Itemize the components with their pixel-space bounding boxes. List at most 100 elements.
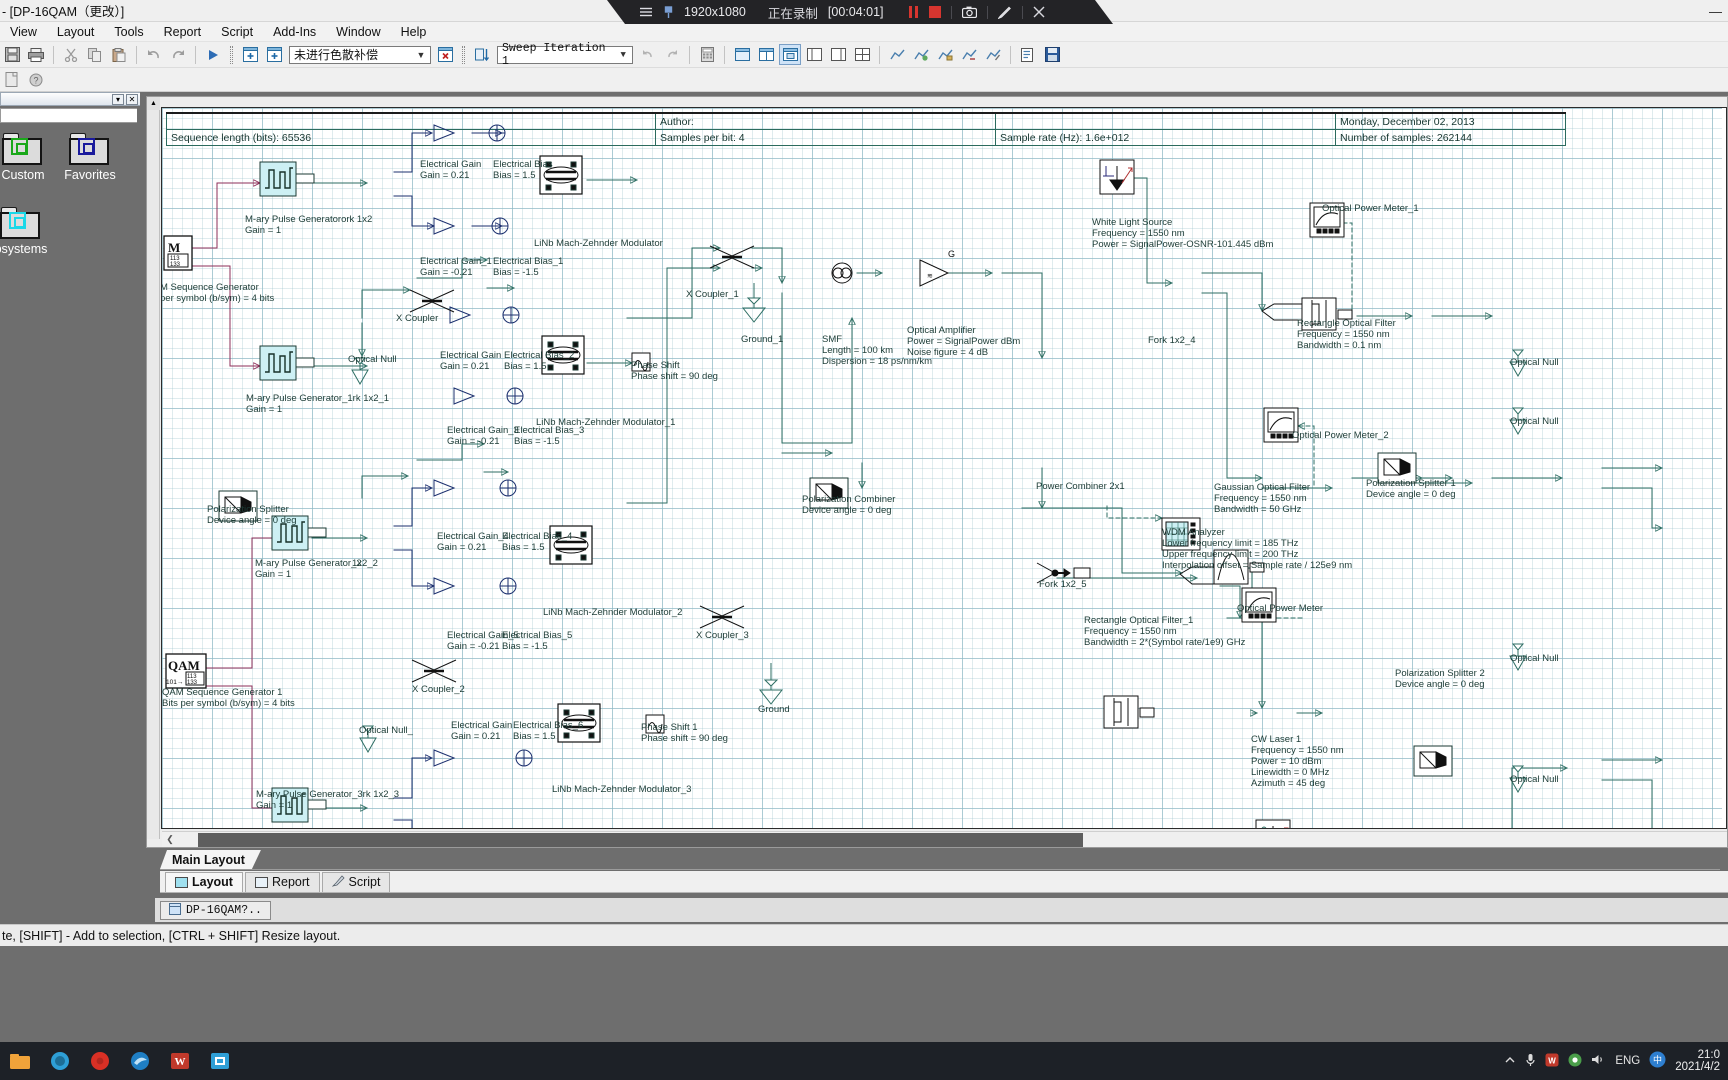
component-label-rectangle-optical-filter-1[interactable]: Rectangle Optical Filter_1Frequency = 15… bbox=[1084, 615, 1246, 648]
tab-report[interactable]: Report bbox=[244, 871, 320, 892]
menu-view[interactable]: View bbox=[0, 24, 47, 40]
next-iteration-icon[interactable] bbox=[661, 44, 683, 65]
component-label-white-light-source[interactable]: White Light SourceFrequency = 1550 nmPow… bbox=[1092, 217, 1273, 250]
component-label-optical-null-1[interactable]: Optical Null_ bbox=[359, 725, 414, 736]
delete-sweep-icon[interactable] bbox=[434, 44, 456, 65]
paste-icon[interactable] bbox=[108, 44, 130, 65]
component-label-x-coupler-1[interactable]: X Coupler_1 bbox=[686, 289, 739, 300]
component-label-optical-null-right-4[interactable]: Optical Null bbox=[1510, 774, 1559, 785]
component-label-optical-power-meter-1[interactable]: Optical Power Meter_1 bbox=[1322, 203, 1419, 214]
menu-help[interactable]: Help bbox=[391, 24, 437, 40]
add-param-icon[interactable] bbox=[263, 44, 285, 65]
graph-add-icon[interactable] bbox=[910, 44, 932, 65]
edge-icon[interactable] bbox=[123, 1044, 157, 1078]
component-label-x-coupler-3[interactable]: X Coupler_3 bbox=[696, 630, 749, 641]
graph-icon[interactable] bbox=[886, 44, 908, 65]
component-label-optical-null-right-1[interactable]: Optical Null bbox=[1510, 357, 1559, 368]
horizontal-scrollbar[interactable]: ❮ bbox=[162, 831, 1727, 847]
tab-script[interactable]: Script bbox=[321, 871, 391, 892]
component-label-optical-amplifier[interactable]: Optical AmplifierPower = SignalPower dBm… bbox=[907, 325, 1020, 358]
redo-icon[interactable] bbox=[167, 44, 189, 65]
component-label-linb-mzm[interactable]: LiNb Mach-Zehnder Modulator bbox=[534, 238, 663, 249]
menu-tools[interactable]: Tools bbox=[104, 24, 153, 40]
dropdown-icon[interactable]: ▾ bbox=[112, 93, 124, 105]
component-label-x-coupler-2[interactable]: X Coupler_2 bbox=[412, 684, 465, 695]
component-label-electrical-gain-1[interactable]: Electrical Gain_1Gain = -0.21 bbox=[420, 256, 492, 278]
component-label-electrical-bias-1[interactable]: Electrical Bias_1Bias = -1.5 bbox=[493, 256, 563, 278]
folder-favorites[interactable]: Favorites bbox=[55, 133, 125, 182]
pause-icon[interactable] bbox=[908, 6, 919, 18]
component-label-ground[interactable]: Ground bbox=[758, 704, 790, 715]
mic-icon[interactable] bbox=[1525, 1053, 1536, 1070]
hscroll-thumb[interactable] bbox=[198, 832, 1083, 847]
play-icon[interactable] bbox=[202, 44, 224, 65]
chevron-down-icon[interactable]: ▼ bbox=[414, 50, 428, 60]
component-label-fork-1x2-4[interactable]: Fork 1x2_4 bbox=[1148, 335, 1196, 346]
schematic-canvas[interactable]: Author: Monday, December 02, 2013 Sequen… bbox=[161, 108, 1722, 828]
layout-1-icon[interactable] bbox=[731, 44, 753, 65]
chevron-up-icon[interactable] bbox=[1504, 1055, 1516, 1068]
minimize-button[interactable]: — bbox=[1709, 4, 1722, 19]
component-label-fork-1x2-5[interactable]: Fork 1x2_5 bbox=[1039, 579, 1087, 590]
start-icon[interactable] bbox=[3, 1044, 37, 1078]
language-indicator[interactable]: ENG bbox=[1615, 1055, 1640, 1067]
component-label-linb-mzm-2[interactable]: LiNb Mach-Zehnder Modulator_2 bbox=[543, 607, 682, 618]
hamburger-icon[interactable] bbox=[639, 6, 653, 18]
copy-icon[interactable] bbox=[84, 44, 106, 65]
menu-layout[interactable]: Layout bbox=[47, 24, 105, 40]
pen-icon[interactable] bbox=[997, 6, 1012, 19]
save-icon[interactable] bbox=[1, 44, 23, 65]
component-label-electrical-bias-3[interactable]: Electrical Bias_3Bias = -1.5 bbox=[514, 425, 584, 447]
scroll-up-icon[interactable]: ▲ bbox=[147, 97, 160, 110]
pin-icon[interactable] bbox=[663, 5, 674, 19]
sheet-tab-main-layout[interactable]: Main Layout bbox=[160, 850, 261, 869]
close-icon[interactable] bbox=[1033, 6, 1045, 18]
camera-icon[interactable] bbox=[961, 6, 977, 18]
component-label-cw-laser-1[interactable]: CW Laser 1Frequency = 1550 nmPower = 10 … bbox=[1251, 734, 1344, 789]
component-label-mary-pulse-generator-2[interactable]: M-ary Pulse Generator_2Gain = 1 bbox=[255, 558, 362, 580]
component-label-x-coupler[interactable]: X Coupler bbox=[396, 313, 438, 324]
vertical-scrollbar[interactable]: ▲ bbox=[147, 97, 160, 839]
help-icon[interactable]: ? bbox=[25, 69, 47, 90]
wps-icon[interactable]: W bbox=[1545, 1053, 1559, 1070]
add-sweep-icon[interactable] bbox=[239, 44, 261, 65]
zoom-fit-icon[interactable] bbox=[779, 44, 801, 65]
component-label-optical-power-meter-2[interactable]: Optical Power Meter_2 bbox=[1292, 430, 1389, 441]
report-save-icon[interactable] bbox=[1041, 44, 1063, 65]
new-doc-icon[interactable] bbox=[1, 69, 23, 90]
folder-custom[interactable]: Custom bbox=[0, 133, 58, 182]
taskbar-clock[interactable]: 21:0 2021/4/2 bbox=[1675, 1049, 1720, 1073]
component-label-power-combiner-2x1[interactable]: Power Combiner 2x1 bbox=[1036, 481, 1125, 492]
calculator-icon[interactable] bbox=[696, 44, 718, 65]
split-h-icon[interactable] bbox=[827, 44, 849, 65]
close-icon-dock[interactable]: ✕ bbox=[126, 93, 138, 105]
prev-iteration-icon[interactable] bbox=[637, 44, 659, 65]
library-search-input[interactable] bbox=[0, 108, 137, 123]
menu-report[interactable]: Report bbox=[154, 24, 212, 40]
window-buttons[interactable]: — bbox=[1709, 0, 1722, 22]
iteration-icon[interactable] bbox=[471, 44, 493, 65]
graph-link-icon[interactable] bbox=[958, 44, 980, 65]
firefox-icon[interactable] bbox=[83, 1044, 117, 1078]
cut-icon[interactable] bbox=[60, 44, 82, 65]
folder-icon[interactable] bbox=[43, 1044, 77, 1078]
component-label-electrical-gain-3[interactable]: Electrical Gain_3Gain = -0.21 bbox=[447, 425, 519, 447]
graph-script-icon[interactable] bbox=[982, 44, 1004, 65]
report-icon[interactable] bbox=[1017, 44, 1039, 65]
component-label-polarization-splitter-1[interactable]: Polarization Splitter 1Device angle = 0 … bbox=[1366, 478, 1456, 500]
volume-icon[interactable] bbox=[1591, 1053, 1606, 1069]
component-label-electrical-gain-6[interactable]: Electrical GainGain = 0.21 bbox=[451, 720, 512, 742]
component-label-wdm-analyzer[interactable]: WDM AnalyzerLower frequency limit = 185 … bbox=[1162, 527, 1352, 571]
ime-indicator[interactable]: 中 bbox=[1649, 1051, 1666, 1071]
component-label-rectangle-optical-filter[interactable]: Rectangle Optical FilterFrequency = 1550… bbox=[1297, 318, 1396, 351]
split-grid-icon[interactable] bbox=[851, 44, 873, 65]
menu-window[interactable]: Window bbox=[326, 24, 390, 40]
component-label-ground-1[interactable]: Ground_1 bbox=[741, 334, 783, 345]
component-label-linb-mzm-3[interactable]: LiNb Mach-Zehnder Modulator_3 bbox=[552, 784, 691, 795]
graph-edit-icon[interactable] bbox=[934, 44, 956, 65]
schematic-viewport[interactable]: Author: Monday, December 02, 2013 Sequen… bbox=[161, 107, 1727, 829]
chrome-icon[interactable] bbox=[1568, 1053, 1582, 1070]
component-label-qam-sequence-generator[interactable]: M Sequence Generatorper symbol (b/sym) =… bbox=[161, 282, 275, 304]
component-label-optical-null[interactable]: Optical Null bbox=[348, 354, 397, 365]
optisystem-icon[interactable] bbox=[203, 1044, 237, 1078]
